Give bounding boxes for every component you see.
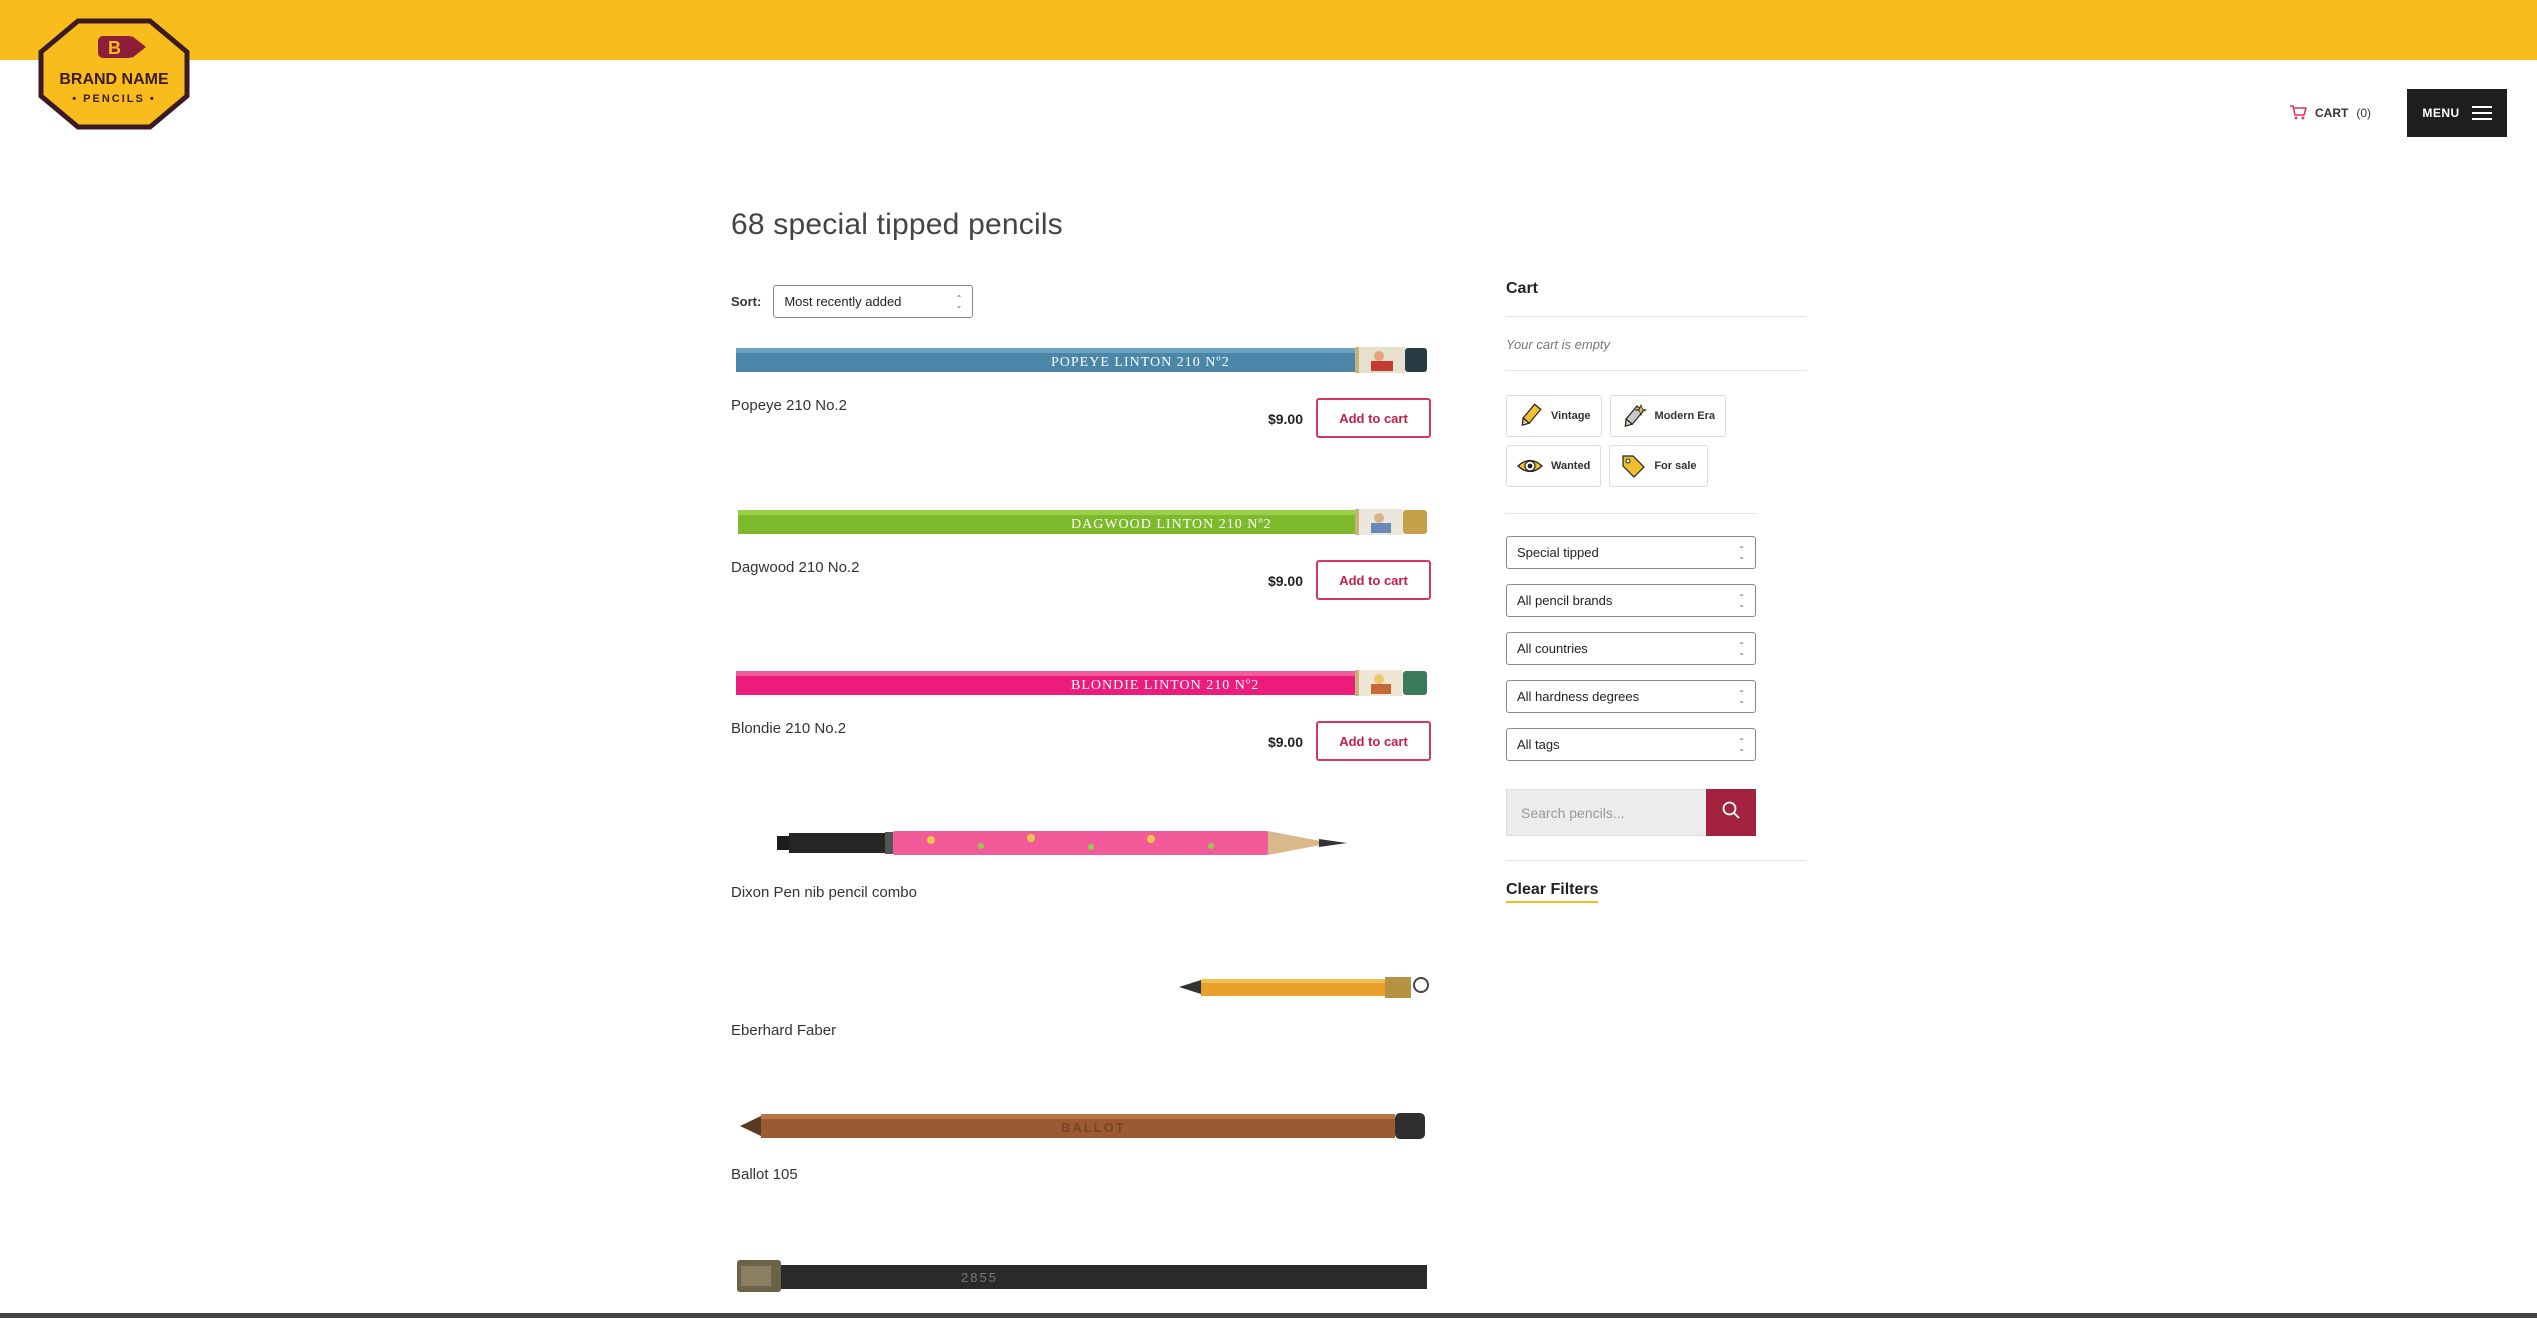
select-value: All countries	[1517, 641, 1588, 656]
pencil-imprint: 2855	[961, 1270, 998, 1285]
country-filter-select[interactable]: All countries ⌃ ⌄	[1506, 632, 1756, 665]
tag-filters: Vintage Modern Era Wanted For sale	[1506, 371, 1756, 514]
product-item: 2855	[731, 1252, 1431, 1302]
sort-select[interactable]: Most recently added ⌃ ⌄	[773, 285, 974, 318]
search-form	[1506, 789, 1806, 836]
tag-for-sale[interactable]: For sale	[1609, 445, 1708, 487]
product-name[interactable]: Popeye 210 No.2	[731, 397, 847, 414]
cart-count: (0)	[2356, 106, 2371, 120]
dropdown-filters: Special tipped ⌃ ⌄ All pencil brands ⌃ ⌄ A…	[1506, 514, 1806, 761]
select-arrows-icon: ⌃ ⌄	[1738, 592, 1745, 609]
tag-wanted[interactable]: Wanted	[1506, 445, 1602, 487]
clear-filters-link[interactable]: Clear Filters	[1506, 881, 1599, 903]
tag-vintage[interactable]: Vintage	[1506, 395, 1602, 437]
search-icon	[1721, 800, 1741, 825]
cart-empty-message: Your cart is empty	[1506, 317, 1806, 371]
sort-control: Sort: Most recently added ⌃ ⌄	[731, 285, 974, 318]
brand-subtitle-text: • PENCILS •	[72, 93, 156, 105]
pencil-image[interactable]: DAGWOOD LINTON 210 Nº2	[731, 507, 1431, 537]
tag-label: For sale	[1654, 460, 1697, 472]
search-input[interactable]	[1506, 789, 1706, 836]
pencil-imprint: BLONDIE LINTON 210 Nº2	[1071, 678, 1259, 693]
pencil-imprint: POPEYE LINTON 210 Nº2	[1051, 355, 1230, 370]
pencil-image[interactable]	[731, 826, 1431, 862]
select-arrows-icon: ⌃ ⌄	[1738, 640, 1745, 657]
pencil-image[interactable]: BLONDIE LINTON 210 Nº2	[731, 668, 1431, 698]
page-title: 68 special tipped pencils	[731, 208, 1063, 241]
pencil-image[interactable]: BALLOT	[731, 1108, 1431, 1144]
pencil-image[interactable]: POPEYE LINTON 210 Nº2	[731, 345, 1431, 375]
tag-label: Modern Era	[1654, 410, 1716, 422]
search-button[interactable]	[1706, 789, 1756, 836]
tag-label: Wanted	[1551, 460, 1591, 472]
price-tag-icon	[1620, 453, 1646, 479]
product-item: Eberhard Faber	[731, 968, 1431, 1039]
cart-label: CART	[2315, 106, 2349, 120]
sidebar-divider	[1506, 860, 1806, 861]
add-to-cart-button[interactable]: Add to cart	[1316, 398, 1431, 438]
product-item: BLONDIE LINTON 210 Nº2 Blondie 210 No.2 …	[731, 668, 1431, 761]
sidebar: Cart Your cart is empty Vintage Modern E…	[1506, 280, 1806, 903]
sort-label: Sort:	[731, 294, 762, 309]
top-brand-bar	[0, 0, 2537, 60]
hardness-filter-select[interactable]: All hardness degrees ⌃ ⌄	[1506, 680, 1756, 713]
product-price: $9.00	[1267, 573, 1303, 589]
product-name[interactable]: Dagwood 210 No.2	[731, 559, 859, 576]
select-value: All pencil brands	[1517, 593, 1613, 608]
product-name[interactable]: Blondie 210 No.2	[731, 720, 846, 737]
pencil-image[interactable]: 2855	[731, 1252, 1431, 1302]
menu-button[interactable]: MENU	[2407, 89, 2507, 137]
pencil-vintage-icon	[1517, 403, 1543, 429]
pencil-sparkle-icon	[1621, 403, 1647, 429]
select-value: All hardness degrees	[1517, 689, 1640, 704]
tag-label: Vintage	[1551, 410, 1591, 422]
product-name[interactable]: Ballot 105	[731, 1166, 798, 1183]
svg-text:B: B	[108, 38, 121, 58]
add-to-cart-button[interactable]: Add to cart	[1316, 721, 1431, 761]
product-item: DAGWOOD LINTON 210 Nº2 Dagwood 210 No.2 …	[731, 507, 1431, 600]
product-price: $9.00	[1267, 734, 1303, 750]
product-item: POPEYE LINTON 210 Nº2 Popeye 210 No.2 $9…	[731, 345, 1431, 438]
header-actions: CART (0) MENU	[2289, 89, 2507, 137]
menu-label: MENU	[2422, 106, 2460, 120]
pencil-imprint: BALLOT	[1061, 1120, 1126, 1135]
select-arrows-icon: ⌃ ⌄	[1738, 736, 1745, 753]
select-arrows-icon: ⌃ ⌄	[955, 293, 963, 310]
product-name[interactable]: Eberhard Faber	[731, 1022, 836, 1039]
select-value: All tags	[1517, 737, 1560, 752]
pencil-image[interactable]	[731, 968, 1431, 1004]
add-to-cart-button[interactable]: Add to cart	[1316, 560, 1431, 600]
type-filter-select[interactable]: Special tipped ⌃ ⌄	[1506, 536, 1756, 569]
brand-name-text: BRAND NAME	[59, 71, 169, 88]
sidebar-cart-title: Cart	[1506, 280, 1806, 317]
eye-icon	[1517, 453, 1543, 479]
pencil-imprint: DAGWOOD LINTON 210 Nº2	[1071, 517, 1272, 532]
tag-modern-era[interactable]: Modern Era	[1609, 395, 1727, 437]
select-arrows-icon: ⌃ ⌄	[1738, 688, 1745, 705]
window-bottom-edge	[0, 1313, 2537, 1318]
select-value: Special tipped	[1517, 545, 1599, 560]
brand-filter-select[interactable]: All pencil brands ⌃ ⌄	[1506, 584, 1756, 617]
header-cart-link[interactable]: CART (0)	[2289, 104, 2371, 123]
select-arrows-icon: ⌃ ⌄	[1738, 544, 1745, 561]
brand-logo[interactable]: B BRAND NAME • PENCILS •	[38, 18, 190, 130]
product-price: $9.00	[1267, 411, 1303, 427]
product-item: BALLOT Ballot 105	[731, 1108, 1431, 1188]
shopping-cart-icon	[2289, 104, 2308, 123]
hamburger-icon	[2471, 106, 2492, 120]
tags-filter-select[interactable]: All tags ⌃ ⌄	[1506, 728, 1756, 761]
product-name[interactable]: Dixon Pen nib pencil combo	[731, 884, 917, 901]
sort-select-value: Most recently added	[784, 294, 902, 309]
product-item: Dixon Pen nib pencil combo	[731, 826, 1431, 906]
